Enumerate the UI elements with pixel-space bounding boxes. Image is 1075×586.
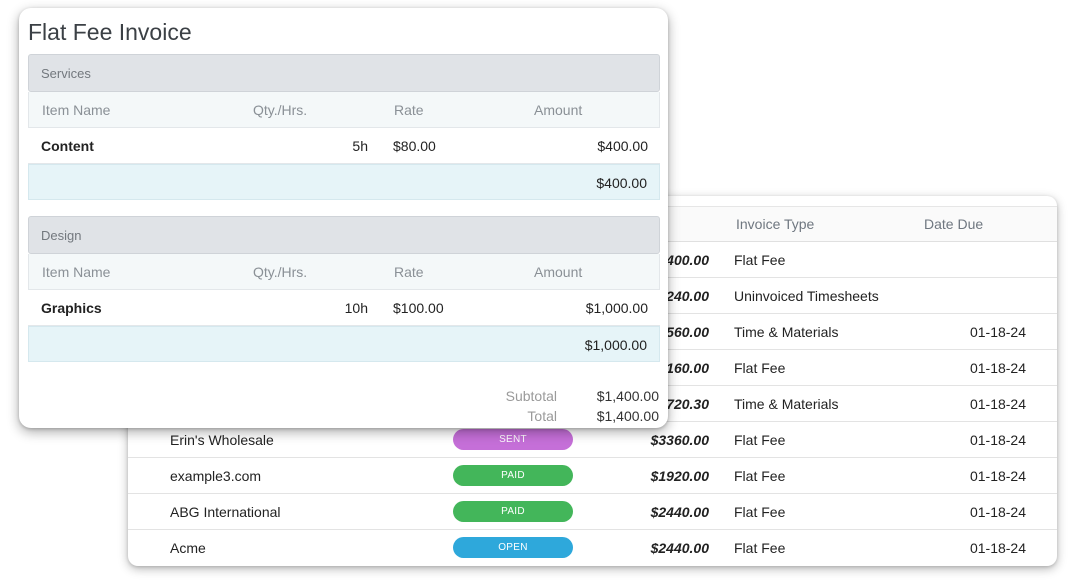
status-badge-open[interactable]: OPEN <box>453 537 573 558</box>
line-item-amount: $400.00 <box>597 138 648 154</box>
status-badge-paid[interactable]: PAID <box>453 465 573 486</box>
invoice-type: Flat Fee <box>734 468 786 484</box>
flat-fee-invoice-card: Flat Fee Invoice Services Item Name Qty.… <box>19 8 668 428</box>
item-name-column-header: Item Name <box>42 264 111 280</box>
invoice-row[interactable]: ABG International PAID $2440.00 Flat Fee… <box>128 494 1057 530</box>
rate-column-header: Rate <box>394 264 424 280</box>
invoice-date-due: 01-18-24 <box>969 360 1026 376</box>
invoice-client[interactable]: Acme <box>170 540 206 556</box>
invoice-amount: $2440.00 <box>650 504 709 520</box>
line-item-row[interactable]: Content 5h $80.00 $400.00 <box>28 128 660 164</box>
invoice-type: Flat Fee <box>734 432 786 448</box>
invoice-date-due: 01-18-24 <box>969 396 1026 412</box>
line-item-name: Content <box>41 138 94 154</box>
invoice-row[interactable]: example3.com PAID $1920.00 Flat Fee 01-1… <box>128 458 1057 494</box>
line-item-name: Graphics <box>41 300 102 316</box>
status-badge-sent[interactable]: SENT <box>453 429 573 450</box>
invoice-date-due: 01-18-24 <box>969 504 1026 520</box>
column-headers: Item Name Qty./Hrs. Rate Amount <box>28 92 660 128</box>
qty-column-header: Qty./Hrs. <box>253 102 308 118</box>
invoice-date-due: 01-18-24 <box>969 468 1026 484</box>
rate-column-header: Rate <box>394 102 424 118</box>
invoice-date-due: 01-18-24 <box>969 324 1026 340</box>
section-total-row: $400.00 <box>28 164 660 200</box>
invoice-client[interactable]: example3.com <box>170 468 261 484</box>
invoice-date-due: 01-18-24 <box>969 540 1026 556</box>
line-item-qty: 5h <box>352 138 368 154</box>
invoice-section-design: Design Item Name Qty./Hrs. Rate Amount G… <box>28 216 660 362</box>
subtotal-value: $1,400.00 <box>596 388 659 404</box>
invoice-section-services: Services Item Name Qty./Hrs. Rate Amount… <box>28 54 660 200</box>
line-item-rate: $80.00 <box>393 138 436 154</box>
qty-column-header: Qty./Hrs. <box>253 264 308 280</box>
invoice-type-column-header[interactable]: Invoice Type <box>736 216 814 232</box>
invoice-type: Flat Fee <box>734 360 786 376</box>
date-due-column-header[interactable]: Date Due <box>924 216 983 232</box>
invoice-type: Flat Fee <box>734 504 786 520</box>
invoice-client[interactable]: ABG International <box>170 504 281 520</box>
invoice-amount: $2440.00 <box>650 540 709 556</box>
line-item-rate: $100.00 <box>393 300 444 316</box>
subtotal-label: Subtotal <box>505 388 557 404</box>
invoice-type: Time & Materials <box>734 396 839 412</box>
invoice-type: Flat Fee <box>734 540 786 556</box>
invoice-type: Uninvoiced Timesheets <box>734 288 879 304</box>
invoice-type: Flat Fee <box>734 252 786 268</box>
status-badge-paid[interactable]: PAID <box>453 501 573 522</box>
section-total: $1,000.00 <box>584 337 647 353</box>
invoice-row[interactable]: Acme OPEN $2440.00 Flat Fee 01-18-24 <box>128 530 1057 566</box>
item-name-column-header: Item Name <box>42 102 111 118</box>
invoice-type: Time & Materials <box>734 324 839 340</box>
invoice-client[interactable]: Erin's Wholesale <box>170 432 274 448</box>
section-total-row: $1,000.00 <box>28 326 660 362</box>
invoice-amount: $1920.00 <box>650 468 709 484</box>
column-headers: Item Name Qty./Hrs. Rate Amount <box>28 254 660 290</box>
invoice-amount: $3360.00 <box>650 432 709 448</box>
line-item-row[interactable]: Graphics 10h $100.00 $1,000.00 <box>28 290 660 326</box>
invoice-title: Flat Fee Invoice <box>28 19 192 45</box>
line-item-qty: 10h <box>344 300 368 316</box>
section-total: $400.00 <box>596 175 647 191</box>
total-value: $1,400.00 <box>596 408 659 424</box>
amount-column-header: Amount <box>534 102 583 118</box>
line-item-amount: $1,000.00 <box>585 300 648 316</box>
amount-column-header: Amount <box>534 264 583 280</box>
invoice-date-due: 01-18-24 <box>969 432 1026 448</box>
section-heading: Design <box>28 216 660 254</box>
section-heading: Services <box>28 54 660 92</box>
total-label: Total <box>527 408 557 424</box>
